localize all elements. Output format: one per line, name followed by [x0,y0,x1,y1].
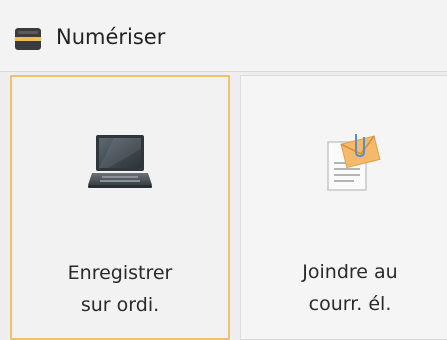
email-attachment-icon [327,134,381,191]
tile-label-line: courr. él. [308,293,392,315]
scanner-icon [15,28,41,50]
laptop-icon [88,135,152,188]
tile-label-line: Enregistrer [67,262,173,284]
tile-area: Enregistrer sur ordi. Joindre au courr. … [0,72,447,340]
header-bar: Numériser [0,0,447,72]
save-to-computer-tile[interactable]: Enregistrer sur ordi. [10,75,230,340]
attach-to-email-tile[interactable]: Joindre au courr. él. [240,75,447,340]
tile-label: Enregistrer sur ordi. [12,257,228,321]
page-title: Numériser [56,25,166,49]
tile-label-line: Joindre au [302,261,398,283]
tile-label-line: sur ordi. [80,294,160,316]
tile-label: Joindre au courr. él. [241,256,447,320]
scan-screen: Numériser Enregistrer sur ordi. Joindre … [0,0,447,340]
